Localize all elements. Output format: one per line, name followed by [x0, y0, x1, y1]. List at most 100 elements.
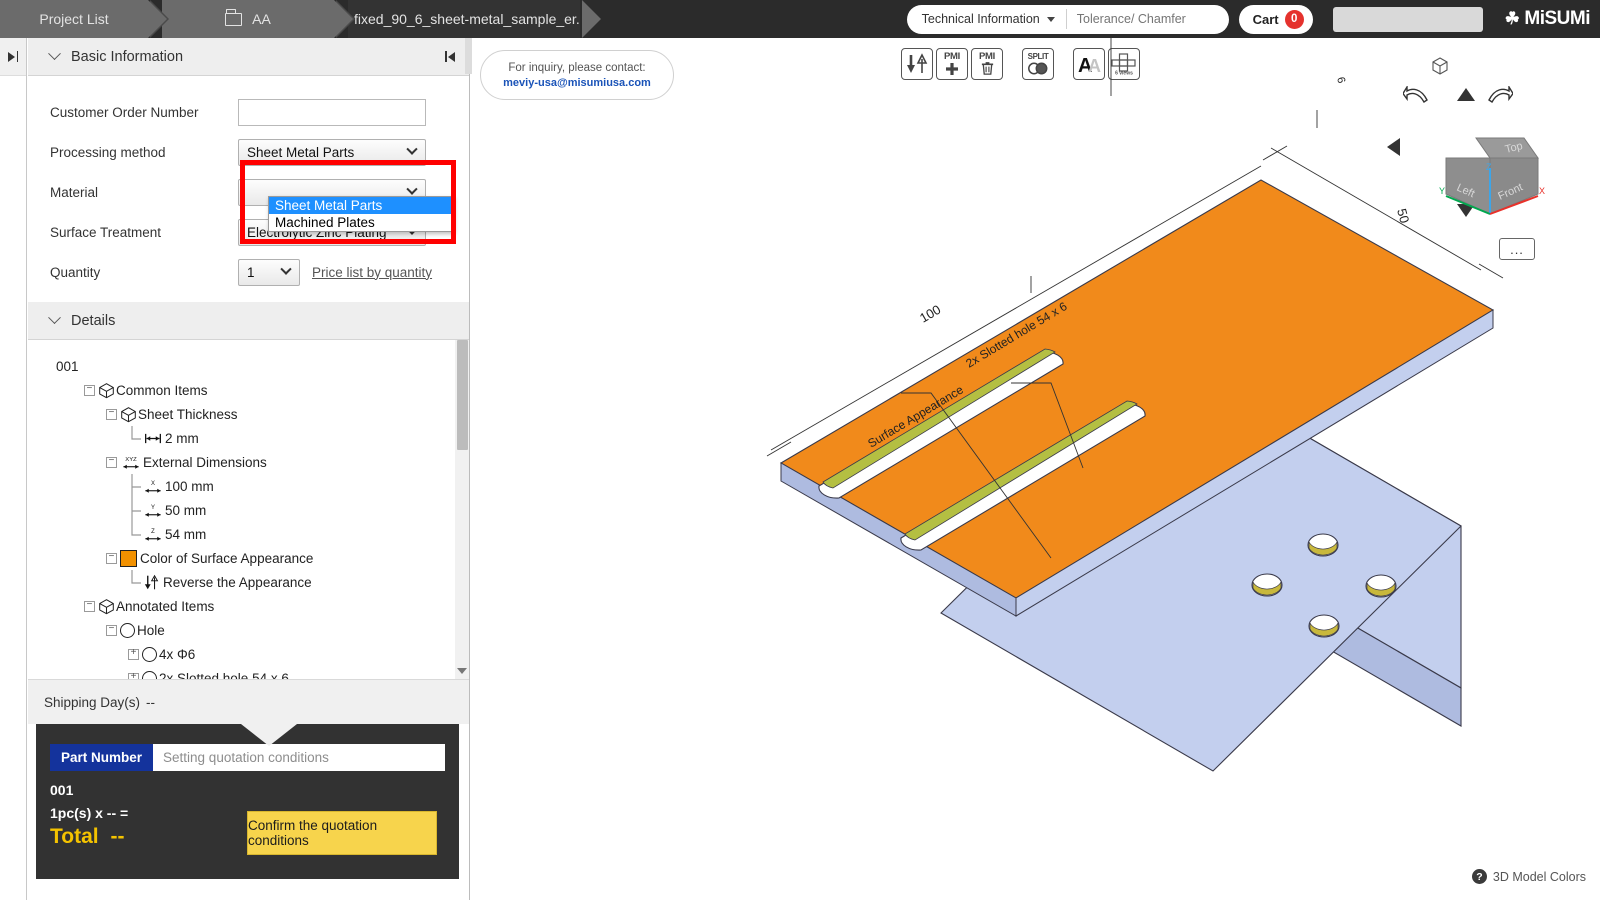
collapse-toggle-icon[interactable]: −	[106, 625, 117, 636]
tree-item-dim-y[interactable]: Y 50 mm	[56, 498, 469, 522]
xyz-dimension-icon: XYZ	[120, 454, 142, 471]
section-title: Basic Information	[71, 49, 183, 65]
details-header[interactable]: Details	[28, 302, 469, 340]
processing-method-dropdown-options[interactable]: Sheet Metal Parts Machined Plates	[268, 196, 454, 232]
folder-icon	[225, 13, 242, 26]
basic-information-header[interactable]: Basic Information	[28, 38, 469, 76]
tree-item-annotated-items[interactable]: − Annotated Items	[56, 594, 469, 618]
shipping-days-row: Shipping Day(s) --	[28, 680, 469, 724]
account-field[interactable]	[1333, 7, 1483, 32]
tree-item-external-dimensions[interactable]: − XYZ External Dimensions	[56, 450, 469, 474]
circle-icon	[142, 671, 157, 681]
cart-button[interactable]: Cart 0	[1239, 5, 1313, 34]
processing-method-select[interactable]: Sheet Metal Parts	[238, 139, 426, 166]
header-right-group: Technical Information Cart 0 ☘ MiSUMi	[907, 0, 1600, 38]
3d-model-canvas[interactable]: 100 50 6	[471, 38, 1600, 900]
search-input[interactable]	[1067, 12, 1229, 26]
expand-toggle-icon[interactable]: +	[128, 673, 139, 681]
breadcrumb-folder-aa[interactable]: AA	[162, 0, 334, 38]
collapse-toggle-icon[interactable]: −	[106, 457, 117, 468]
field-customer-order-number: Customer Order Number	[28, 92, 469, 132]
svg-text:X: X	[151, 480, 155, 486]
tree-item-slotted-hole[interactable]: + 2x Slotted hole 54 x 6	[56, 666, 469, 680]
tree-item-common-items[interactable]: − Common Items	[56, 378, 469, 402]
part-number-field[interactable]: Setting quotation conditions	[153, 744, 445, 771]
tree-item-hole[interactable]: − Hole	[56, 618, 469, 642]
quotation-panel: Part Number Setting quotation conditions…	[36, 724, 459, 879]
cube-icon	[98, 598, 115, 615]
chevron-down-icon	[280, 264, 291, 275]
app-root: Project List AA fixed_90_6_sheet-metal_s…	[0, 0, 1600, 900]
dropdown-option-sheet-metal-parts[interactable]: Sheet Metal Parts	[269, 197, 453, 214]
field-quantity: Quantity 1 Price list by quantity	[28, 252, 469, 292]
brand-logo: ☘ MiSUMi	[1505, 8, 1590, 30]
confirm-quotation-button[interactable]: Confirm the quotation conditions	[247, 811, 437, 855]
price-list-by-quantity-link[interactable]: Price list by quantity	[312, 265, 432, 280]
3d-model-colors-link[interactable]: ? 3D Model Colors	[1472, 869, 1586, 884]
cart-label: Cart	[1253, 12, 1279, 27]
tree-item-label: Common Items	[116, 383, 208, 398]
tree-item-label: 001	[56, 359, 79, 374]
expand-panel-button[interactable]	[0, 38, 26, 76]
tree-item-dim-z[interactable]: Z 54 mm	[56, 522, 469, 546]
scroll-down-icon[interactable]	[457, 668, 467, 674]
rail-bar	[445, 51, 447, 62]
panel-notch	[241, 724, 297, 746]
details-tree-scrollbar[interactable]	[455, 340, 469, 680]
rail-bar	[17, 51, 19, 62]
tree-item-label: 4x Φ6	[159, 647, 195, 662]
tree-item-label: External Dimensions	[143, 455, 267, 470]
collapse-toggle-icon[interactable]: −	[106, 409, 117, 420]
z-dimension-icon: Z	[142, 526, 164, 543]
search-category-label: Technical Information	[922, 12, 1040, 26]
customer-order-number-input[interactable]	[238, 99, 426, 126]
chevron-right-icon	[8, 52, 15, 62]
tree-item-hole-4x-phi6[interactable]: + 4x Φ6	[56, 642, 469, 666]
tree-item-label: Hole	[137, 623, 165, 638]
select-value: 1	[247, 265, 255, 280]
tree-item-dim-x[interactable]: X 100 mm	[56, 474, 469, 498]
tree-item-reverse-the-appearance[interactable]: Reverse the Appearance	[56, 570, 469, 594]
shipping-days-value: --	[146, 695, 155, 710]
cart-count-badge: 0	[1285, 10, 1304, 29]
tree-elbow-icon	[128, 570, 142, 594]
collapse-panel-button[interactable]	[445, 51, 455, 62]
total-label: Total	[50, 825, 99, 848]
collapse-toggle-icon[interactable]: −	[106, 553, 117, 564]
scrollbar-thumb[interactable]	[457, 340, 468, 450]
tree-item-thickness-value[interactable]: 2 mm	[56, 426, 469, 450]
expand-toggle-icon[interactable]: +	[128, 649, 139, 660]
tree-item-label: 2 mm	[165, 431, 199, 446]
chevron-down-icon	[406, 184, 417, 195]
dimension-label-50: 50	[1394, 207, 1412, 225]
field-label: Quantity	[50, 265, 238, 280]
circle-icon	[142, 647, 157, 662]
details-tree: 001 − Common Items −	[28, 340, 469, 680]
brand-name: MiSUMi	[1524, 8, 1590, 30]
breadcrumb-project-list[interactable]: Project List	[0, 0, 148, 38]
part-number-row: Part Number Setting quotation conditions	[50, 744, 445, 771]
collapse-toggle-icon[interactable]: −	[84, 385, 95, 396]
tree-item-color-of-surface-appearance[interactable]: − Color of Surface Appearance	[56, 546, 469, 570]
breadcrumb-label: Project List	[39, 11, 108, 27]
tree-item-label: Color of Surface Appearance	[140, 551, 313, 566]
total-value: --	[110, 825, 124, 848]
search-bar[interactable]: Technical Information	[907, 5, 1229, 34]
y-dimension-icon: Y	[142, 502, 164, 519]
field-label: Surface Treatment	[50, 225, 238, 240]
help-icon: ?	[1472, 869, 1487, 884]
details-tree-container: 001 − Common Items −	[28, 340, 469, 680]
dropdown-option-machined-plates[interactable]: Machined Plates	[269, 214, 453, 231]
tree-elbow-icon	[128, 474, 142, 498]
chevron-left-icon	[448, 52, 455, 62]
chevron-down-icon	[406, 144, 417, 155]
search-category-dropdown[interactable]: Technical Information	[907, 9, 1067, 29]
breadcrumb-current-file[interactable]: fixed_90_6_sheet-metal_sample_er...	[348, 0, 580, 38]
tree-item-sheet-thickness[interactable]: − Sheet Thickness	[56, 402, 469, 426]
tree-root-id: 001	[56, 354, 469, 378]
collapse-toggle-icon[interactable]: −	[84, 601, 95, 612]
model-viewer[interactable]: For inquiry, please contact: meviy-usa@m…	[471, 38, 1600, 900]
svg-text:Z: Z	[151, 528, 155, 534]
misumi-mark-icon: ☘	[1505, 9, 1520, 29]
quantity-select[interactable]: 1	[238, 259, 300, 286]
